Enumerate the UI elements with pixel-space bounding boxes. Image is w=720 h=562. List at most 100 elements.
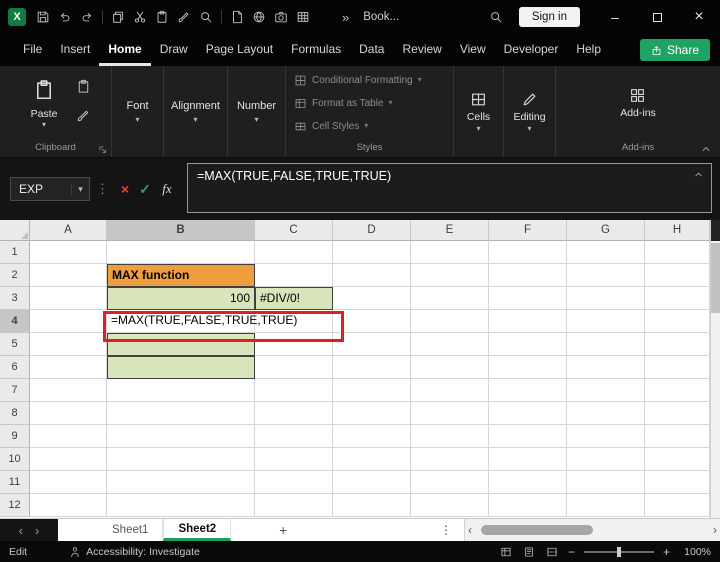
row-header-4[interactable]: 4 [0, 310, 30, 333]
format-painter-icon[interactable] [173, 6, 195, 28]
cell-h3[interactable] [645, 287, 710, 310]
cell-f9[interactable] [489, 425, 567, 448]
cell-b1[interactable] [107, 241, 255, 264]
cell-f1[interactable] [489, 241, 567, 264]
cell-a8[interactable] [30, 402, 107, 425]
camera-icon[interactable] [270, 6, 292, 28]
cell-b5[interactable] [107, 333, 255, 356]
column-header-b[interactable]: B [107, 220, 255, 241]
menu-tab-draw[interactable]: Draw [151, 34, 197, 66]
link-icon[interactable] [248, 6, 270, 28]
cell-b4[interactable]: =MAX(TRUE,FALSE,TRUE,TRUE) [107, 310, 297, 333]
cell-f12[interactable] [489, 494, 567, 517]
zoom-in-button[interactable]: + [663, 545, 670, 559]
sheet-tab-sheet1[interactable]: Sheet1 [98, 519, 164, 541]
cell-e7[interactable] [411, 379, 489, 402]
horizontal-scroll-track[interactable] [475, 525, 710, 535]
cells-group[interactable]: Cells ▾ [454, 66, 504, 157]
cell-e5[interactable] [411, 333, 489, 356]
cell-c11[interactable] [255, 471, 333, 494]
number-group[interactable]: Number ▾ [228, 66, 286, 157]
menu-tab-formulas[interactable]: Formulas [282, 34, 350, 66]
cell-d11[interactable] [333, 471, 411, 494]
paste-special-icon[interactable] [76, 79, 91, 99]
cell-a5[interactable] [30, 333, 107, 356]
zoom-icon[interactable] [195, 6, 217, 28]
zoom-slider-thumb[interactable] [616, 546, 621, 557]
cell-d10[interactable] [333, 448, 411, 471]
cell-h11[interactable] [645, 471, 710, 494]
cell-g3[interactable] [567, 287, 645, 310]
menu-tab-help[interactable]: Help [567, 34, 610, 66]
cell-a1[interactable] [30, 241, 107, 264]
minimize-button[interactable]: – [594, 0, 636, 34]
editing-group[interactable]: Editing ▾ [504, 66, 556, 157]
menu-tab-developer[interactable]: Developer [495, 34, 568, 66]
share-button[interactable]: Share [639, 39, 710, 61]
copy-icon[interactable] [107, 6, 129, 28]
row-header-3[interactable]: 3 [0, 287, 30, 310]
menu-tab-page-layout[interactable]: Page Layout [197, 34, 282, 66]
cell-a2[interactable] [30, 264, 107, 287]
search-icon[interactable] [483, 6, 509, 28]
cell-e6[interactable] [411, 356, 489, 379]
cell-styles-button[interactable]: Cell Styles ▾ [294, 116, 453, 136]
cell-d1[interactable] [333, 241, 411, 264]
cell-c7[interactable] [255, 379, 333, 402]
cell-d3[interactable] [333, 287, 411, 310]
table-icon[interactable] [292, 6, 314, 28]
cell-h4[interactable] [645, 310, 710, 333]
cell-a7[interactable] [30, 379, 107, 402]
cell-h2[interactable] [645, 264, 710, 287]
alignment-group[interactable]: Alignment ▾ [164, 66, 228, 157]
collapse-ribbon-icon[interactable] [700, 142, 712, 154]
cell-c10[interactable] [255, 448, 333, 471]
cell-b2[interactable]: MAX function [107, 264, 255, 287]
conditional-formatting-button[interactable]: Conditional Formatting ▾ [294, 70, 453, 90]
cell-b9[interactable] [107, 425, 255, 448]
sheet-tab-sheet2[interactable]: Sheet2 [163, 519, 232, 541]
cell-h1[interactable] [645, 241, 710, 264]
sign-in-button[interactable]: Sign in [518, 7, 580, 27]
cell-b10[interactable] [107, 448, 255, 471]
menu-tab-data[interactable]: Data [350, 34, 393, 66]
cell-f6[interactable] [489, 356, 567, 379]
accessibility-status[interactable]: Accessibility: Investigate [69, 546, 200, 558]
column-header-h[interactable]: H [645, 220, 710, 241]
cell-a11[interactable] [30, 471, 107, 494]
cell-g11[interactable] [567, 471, 645, 494]
cell-f5[interactable] [489, 333, 567, 356]
dialog-launcher-icon[interactable] [98, 145, 108, 155]
cell-b6[interactable] [107, 356, 255, 379]
vertical-scroll-thumb[interactable] [711, 243, 720, 313]
cell-d8[interactable] [333, 402, 411, 425]
cell-f10[interactable] [489, 448, 567, 471]
cell-g8[interactable] [567, 402, 645, 425]
horizontal-scroll-thumb[interactable] [481, 525, 593, 535]
cell-d9[interactable] [333, 425, 411, 448]
cell-g5[interactable] [567, 333, 645, 356]
row-header-10[interactable]: 10 [0, 448, 30, 471]
menu-tab-review[interactable]: Review [393, 34, 450, 66]
save-icon[interactable] [32, 6, 54, 28]
cell-e9[interactable] [411, 425, 489, 448]
cell-a6[interactable] [30, 356, 107, 379]
cell-c3[interactable]: #DIV/0! [255, 287, 333, 310]
cell-d4[interactable] [333, 310, 411, 333]
cell-d2[interactable] [333, 264, 411, 287]
row-header-2[interactable]: 2 [0, 264, 30, 287]
cell-e2[interactable] [411, 264, 489, 287]
cell-f7[interactable] [489, 379, 567, 402]
cell-f8[interactable] [489, 402, 567, 425]
cell-a12[interactable] [30, 494, 107, 517]
row-header-7[interactable]: 7 [0, 379, 30, 402]
maximize-button[interactable] [636, 0, 678, 34]
new-sheet-button[interactable]: + [271, 519, 295, 541]
scroll-left-icon[interactable]: ‹ [468, 524, 472, 536]
cell-b7[interactable] [107, 379, 255, 402]
menu-tab-insert[interactable]: Insert [51, 34, 99, 66]
cell-g10[interactable] [567, 448, 645, 471]
previous-sheet-icon[interactable]: ‹ [19, 523, 23, 538]
row-header-12[interactable]: 12 [0, 494, 30, 517]
cell-h6[interactable] [645, 356, 710, 379]
